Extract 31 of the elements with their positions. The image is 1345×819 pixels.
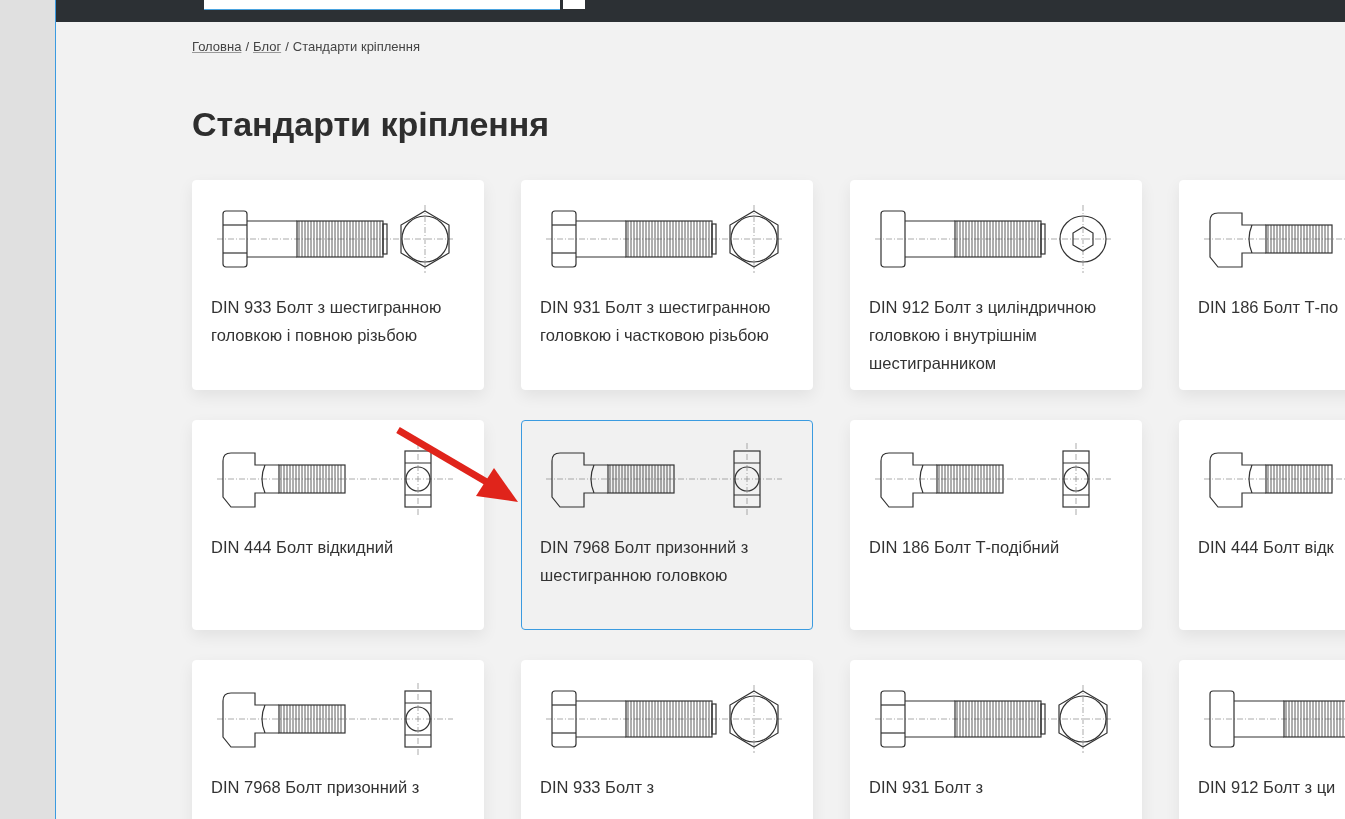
breadcrumb-link[interactable]: Блог [253, 39, 282, 54]
page-title: Стандарти кріплення [192, 104, 551, 145]
standard-card[interactable]: DIN 931 Болт з шестигранною головкою і частковою різьбою [521, 180, 813, 390]
card-title: DIN 444 Болт відкидний [211, 537, 395, 558]
card-title: DIN 7968 Болт призонний з шестигранною головкою [540, 537, 750, 586]
standard-card[interactable]: DIN 7968 Болт призонний з шестигранною головкою [521, 420, 813, 630]
card-title: DIN 7968 Болт призонний з [211, 777, 421, 798]
card-title: DIN 931 Болт з [869, 777, 985, 798]
standard-card[interactable]: DIN 186 Болт Т-по [1179, 180, 1345, 390]
breadcrumb-current: Стандарти кріплення [292, 39, 420, 54]
card-title: DIN 933 Болт з шестигранною головкою і повною різьбою [211, 297, 443, 346]
standard-card[interactable]: DIN 912 Болт з ци [1179, 660, 1345, 819]
standard-card[interactable]: DIN 931 Болт з [850, 660, 1142, 819]
card-title: DIN 444 Болт відк [1198, 537, 1335, 558]
card-title: DIN 931 Болт з шестигранною головкою і частковою різьбою [540, 297, 772, 346]
card-title: DIN 186 Болт Т-по [1198, 297, 1340, 318]
standard-card[interactable]: DIN 186 Болт Т-подібний [850, 420, 1142, 630]
standard-card[interactable]: DIN 444 Болт відкидний [192, 420, 484, 630]
card-title: DIN 933 Болт з [540, 777, 656, 798]
card-title: DIN 912 Болт з ци [1198, 777, 1337, 798]
standard-card[interactable]: DIN 933 Болт з шестигранною головкою і повною різьбою [192, 180, 484, 390]
standard-card[interactable]: DIN 7968 Болт призонний з [192, 660, 484, 819]
standard-card[interactable]: DIN 444 Болт відк [1179, 420, 1345, 630]
card-title: DIN 186 Болт Т-подібний [869, 537, 1061, 558]
breadcrumb-separator: / [285, 39, 289, 54]
standard-card[interactable]: DIN 912 Болт з циліндричною головкою і внутрішнім шестигранником [850, 180, 1142, 390]
search-field[interactable] [204, 0, 560, 10]
breadcrumb-link[interactable]: Головна [192, 39, 242, 54]
standard-card[interactable]: DIN 933 Болт з [521, 660, 813, 819]
breadcrumb-separator: / [245, 39, 250, 54]
card-title: DIN 912 Болт з циліндричною головкою і внутрішнім шестигранником [869, 297, 1098, 374]
